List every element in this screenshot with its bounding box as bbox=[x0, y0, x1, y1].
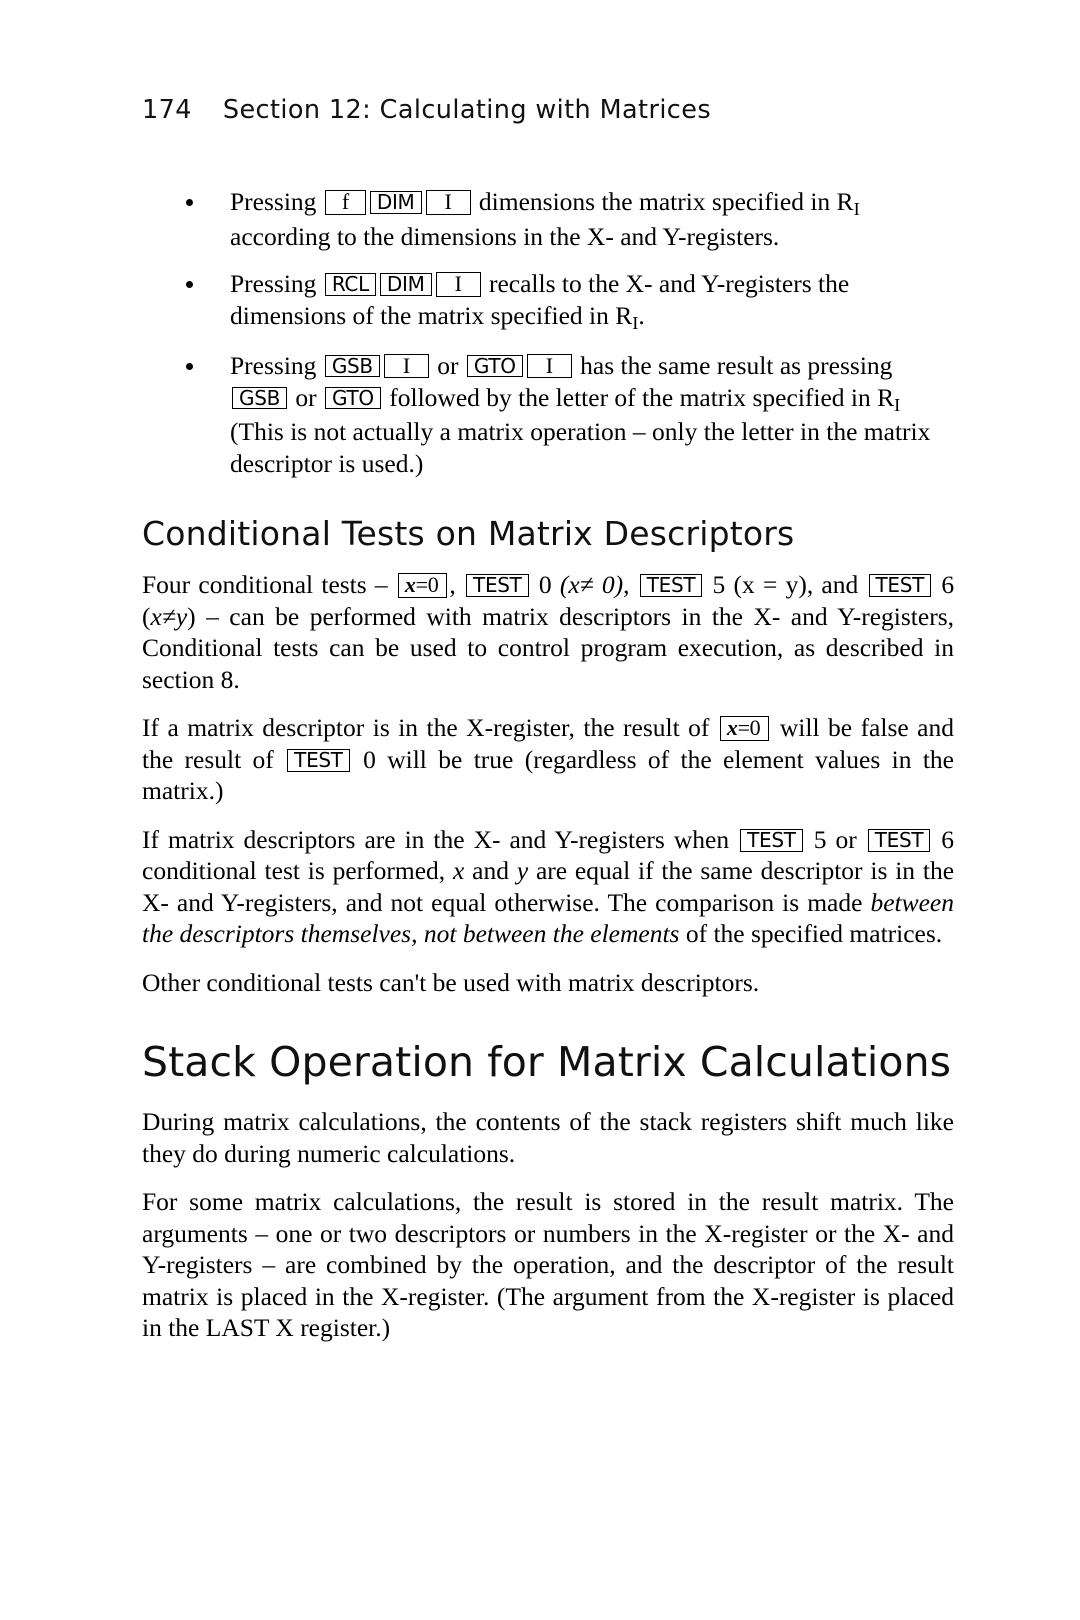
para3-lead: If matrix descriptors are in the X- and … bbox=[142, 824, 730, 854]
key-test: TEST bbox=[287, 748, 350, 772]
paragraph-descriptor-in-x: If a matrix descriptor is in the X-regis… bbox=[142, 712, 954, 806]
key-gsb: GSB bbox=[232, 386, 288, 410]
para1-italic-condition: (x≠ 0) bbox=[559, 570, 624, 600]
bullet-text-mid2: followed by the letter of the matrix spe… bbox=[389, 382, 895, 412]
bullet-text-line2: dimensions of the matrix specified in R bbox=[230, 300, 633, 330]
bullet-text-tail: recalls to the X- and Y-registers the bbox=[488, 268, 850, 298]
key-test: TEST bbox=[740, 828, 803, 852]
para1-zero: 0 bbox=[538, 570, 552, 600]
page-header: 174 Section 12: Calculating with Matrice… bbox=[142, 95, 711, 125]
conjunction-or: or bbox=[295, 382, 317, 412]
bullet-dot-icon bbox=[186, 199, 193, 207]
key-x-equals-0: x=0 bbox=[397, 572, 448, 599]
list-item: Pressing f DIM I dimensions the matrix spe… bbox=[142, 186, 954, 253]
key-i: I bbox=[435, 271, 481, 297]
para3-italic-y: y bbox=[516, 856, 529, 886]
bullet-dot-icon bbox=[186, 362, 193, 370]
bullet-text-lead: Pressing bbox=[230, 350, 317, 380]
key-x-equals-0: x=0 bbox=[719, 715, 770, 742]
bullet-text-line2: according to the dimensions in the X- an… bbox=[230, 221, 780, 251]
key-i: I bbox=[425, 190, 471, 215]
bullet-text-end: (This is not actually a matrix operation… bbox=[230, 417, 931, 479]
register-subscript: I bbox=[894, 394, 901, 415]
section-heading-conditional-tests: Conditional Tests on Matrix Descriptors bbox=[142, 514, 795, 554]
conjunction-or: or bbox=[437, 350, 459, 380]
key-rcl: RCL bbox=[324, 272, 376, 296]
page-number: 174 bbox=[142, 95, 192, 125]
para1-lead: Four conditional tests – bbox=[142, 570, 388, 600]
key-gto: GTO bbox=[325, 386, 381, 410]
bullet-text-lead: Pressing bbox=[230, 187, 317, 216]
bullet-text-tail: dimensions the matrix specified in R bbox=[478, 187, 854, 216]
register-subscript: I bbox=[853, 198, 860, 219]
key-dim: DIM bbox=[379, 272, 432, 296]
list-item: Pressing RCL DIM I recalls to the X- and Y… bbox=[142, 268, 954, 335]
para3-five: 5 or bbox=[813, 824, 857, 854]
manual-page: 174 Section 12: Calculating with Matrice… bbox=[0, 0, 1080, 1620]
paragraph-conditional-tests: Four conditional tests – x=0, TEST 0 (x≠… bbox=[142, 569, 954, 695]
para1-comma: , bbox=[449, 570, 456, 600]
key-gsb: GSB bbox=[324, 354, 380, 378]
key-dim: DIM bbox=[369, 191, 422, 214]
section-heading-stack-operation: Stack Operation for Matrix Calculations bbox=[142, 1038, 952, 1087]
key-test: TEST bbox=[466, 574, 529, 598]
key-f: f bbox=[324, 190, 366, 215]
para2-lead: If a matrix descriptor is in the X-regis… bbox=[142, 713, 710, 743]
bullet-text-lead: Pressing bbox=[230, 268, 317, 298]
paragraph-other-tests: Other conditional tests can't be used wi… bbox=[142, 967, 760, 997]
para1-rest: ) – can be performed with matrix descrip… bbox=[142, 601, 954, 694]
para3-tail: of the specified matrices. bbox=[685, 919, 943, 949]
para1-five: 5 (x = y), and bbox=[712, 570, 859, 600]
key-i: I bbox=[526, 353, 572, 379]
key-equals-0: =0 bbox=[737, 715, 761, 741]
paragraph-descriptors-xy: If matrix descriptors are in the X- and … bbox=[142, 824, 954, 950]
para3-italic-x: x bbox=[453, 856, 465, 886]
key-x-italic: x bbox=[404, 572, 416, 598]
key-test: TEST bbox=[868, 574, 932, 598]
para1-comma2: , bbox=[623, 570, 630, 600]
paragraph-result-matrix: For some matrix calculations, the result… bbox=[142, 1187, 954, 1343]
key-gto: GTO bbox=[466, 354, 523, 378]
key-i: I bbox=[383, 353, 429, 379]
key-test: TEST bbox=[867, 828, 931, 852]
list-item: Pressing GSB I or GTO I has the same resul… bbox=[142, 350, 954, 481]
bullet-period: . bbox=[638, 300, 645, 330]
bullet-list: Pressing f DIM I dimensions the matrix spe… bbox=[142, 186, 954, 480]
key-x-italic: x bbox=[726, 715, 738, 741]
bullet-dot-icon bbox=[186, 281, 193, 289]
paragraph-stack-shift: During matrix calculations, the contents… bbox=[142, 1107, 954, 1168]
page-content: Pressing f DIM I dimensions the matrix spe… bbox=[142, 186, 954, 1344]
para3-and: and bbox=[472, 856, 509, 886]
bullet-text-mid: has the same result as pressing bbox=[580, 350, 893, 380]
key-equals-0: =0 bbox=[415, 572, 439, 598]
page-title: Section 12: Calculating with Matrices bbox=[222, 95, 712, 125]
para1-italic-xney: x≠y bbox=[150, 601, 188, 631]
key-test: TEST bbox=[639, 574, 703, 598]
